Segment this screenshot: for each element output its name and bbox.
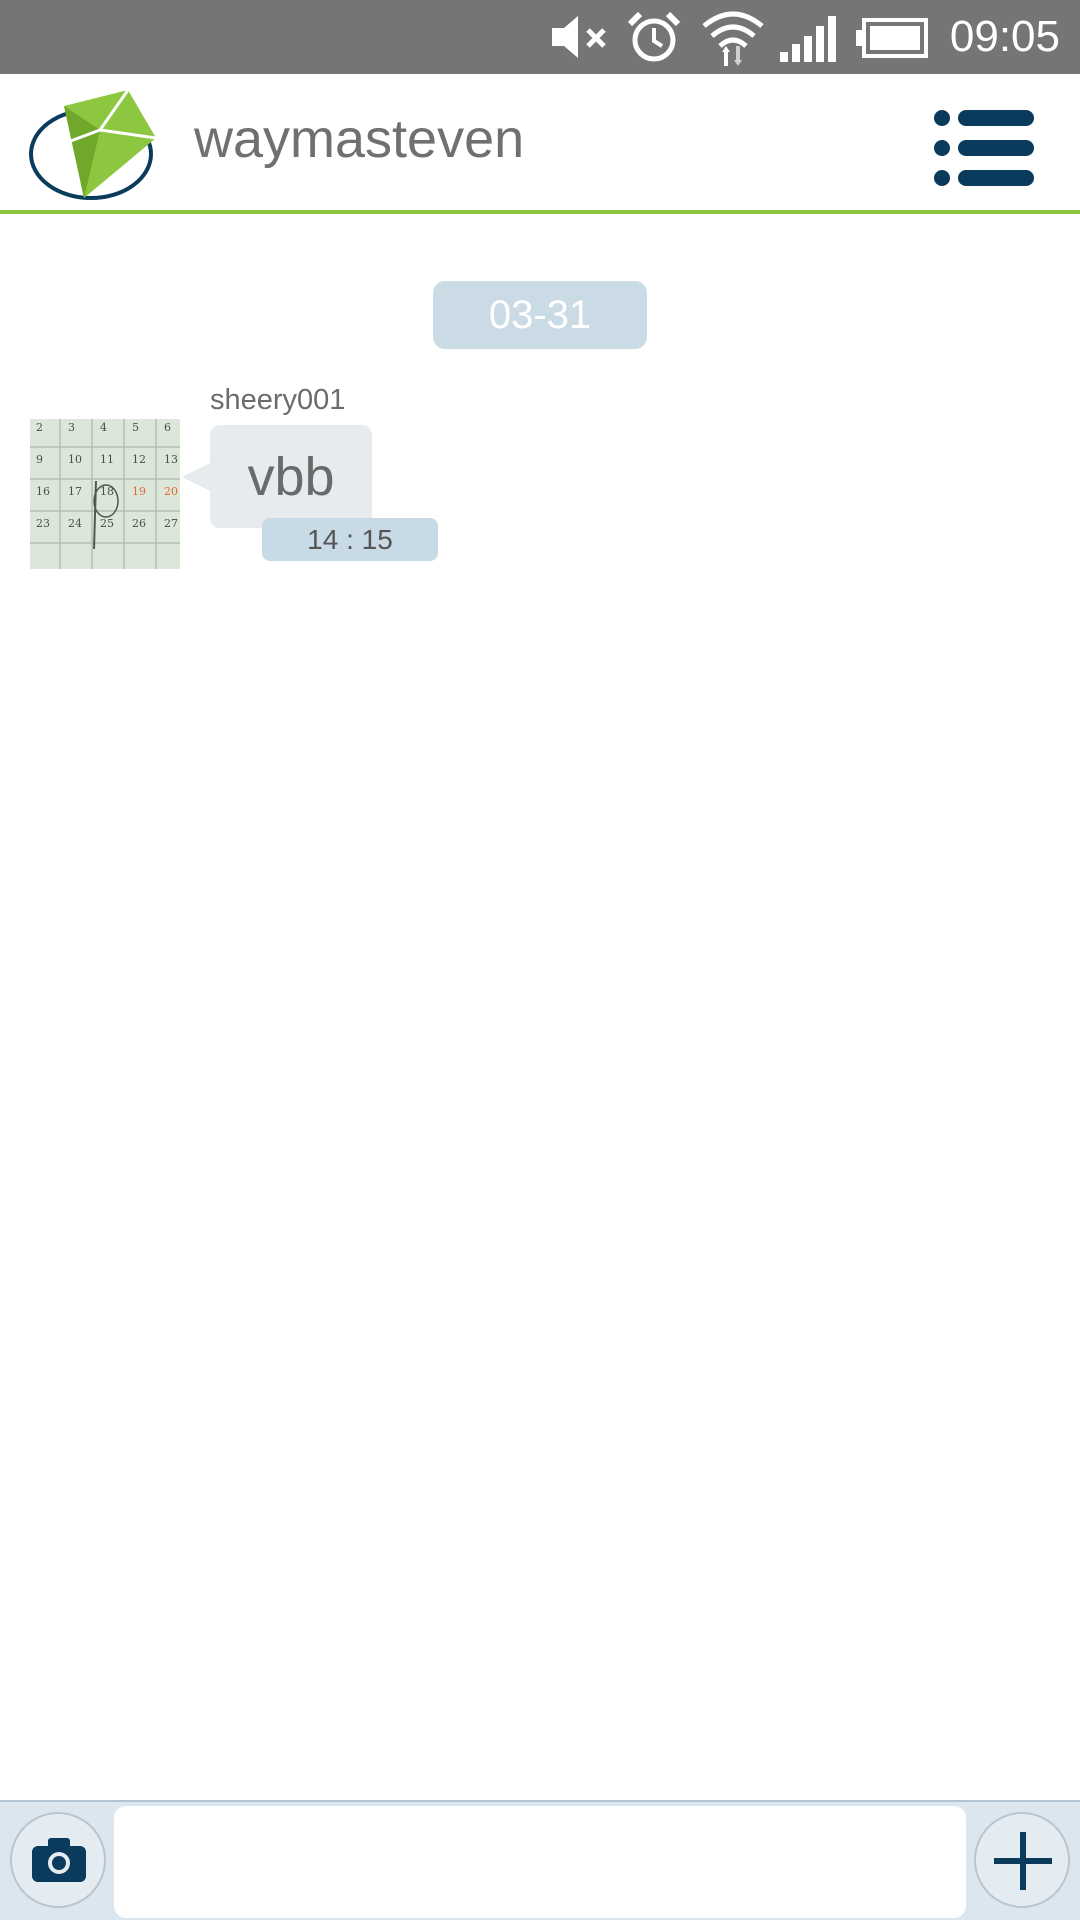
avatar[interactable]: 2 3 4 5 6 9 10 11 12 13 16 17 18 19 20 2… (30, 419, 180, 569)
message-bubble[interactable]: vbb (210, 425, 372, 528)
add-button[interactable] (974, 1812, 1070, 1908)
menu-list-icon (934, 108, 1034, 188)
message-input[interactable] (114, 1806, 966, 1918)
calendar-day: 20 (164, 485, 178, 498)
calendar-day: 19 (132, 485, 146, 498)
calendar-day: 13 (164, 453, 178, 466)
calendar-day: 11 (100, 453, 114, 466)
mute-icon (552, 14, 612, 60)
calendar-day: 10 (68, 453, 82, 466)
signal-icon (780, 16, 838, 62)
date-separator: 03-31 (433, 281, 647, 349)
menu-button[interactable] (934, 108, 1034, 188)
calendar-day: 26 (132, 517, 146, 530)
status-bar: 09:05 (0, 0, 1080, 74)
app-logo-icon (28, 86, 162, 204)
calendar-day: 27 (164, 517, 178, 530)
calendar-day: 9 (36, 453, 43, 466)
calendar-day: 16 (36, 485, 50, 498)
battery-icon (856, 18, 928, 58)
message-text: vbb (247, 446, 335, 507)
message-composer (0, 1800, 1080, 1920)
calendar-day: 17 (68, 485, 82, 498)
calendar-day: 3 (68, 421, 75, 434)
calendar-day: 6 (164, 421, 171, 434)
message-time: 14 : 15 (262, 518, 438, 561)
alarm-icon (626, 10, 682, 64)
calendar-day: 2 (36, 421, 43, 434)
page-title: waymasteven (194, 109, 525, 169)
calendar-day: 4 (100, 421, 107, 434)
calendar-day: 23 (36, 517, 50, 530)
status-time: 09:05 (949, 12, 1060, 61)
bubble-tail (182, 463, 210, 491)
calendar-day: 12 (132, 453, 146, 466)
camera-button[interactable] (10, 1812, 106, 1908)
app-header: waymasteven (0, 74, 1080, 214)
calendar-day: 5 (132, 421, 139, 434)
calendar-day: 25 (100, 517, 114, 530)
camera-icon (32, 1838, 86, 1882)
sender-name: sheery001 (210, 384, 346, 416)
wifi-icon (700, 8, 766, 68)
plus-icon (994, 1832, 1052, 1890)
calendar-day: 24 (68, 517, 82, 530)
